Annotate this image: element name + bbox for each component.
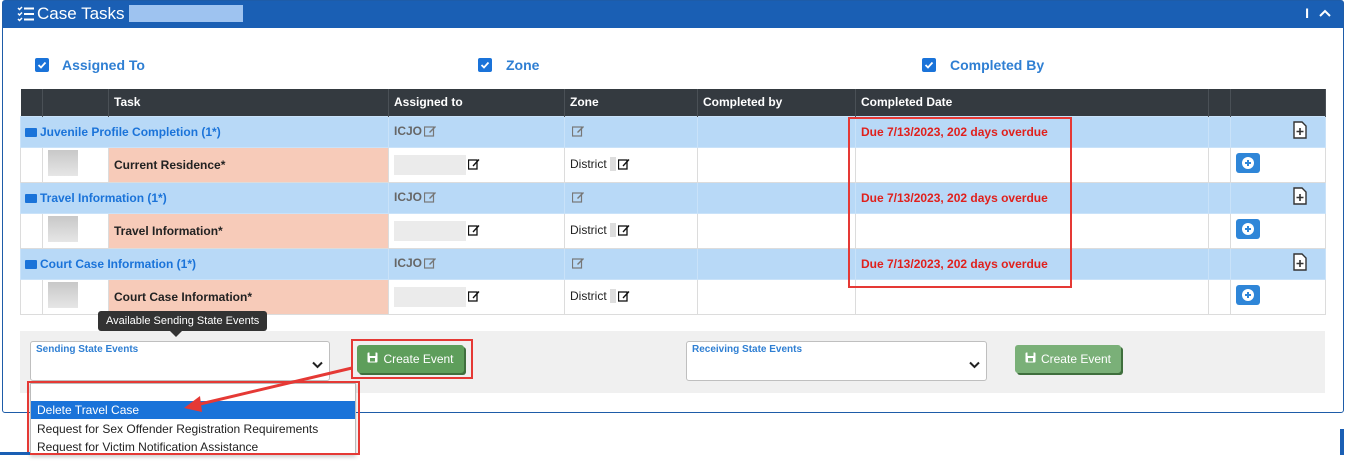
bottom-border-stub: [0, 452, 30, 455]
right-border-stub: [1340, 429, 1344, 455]
annotation-arrow: [184, 366, 353, 412]
